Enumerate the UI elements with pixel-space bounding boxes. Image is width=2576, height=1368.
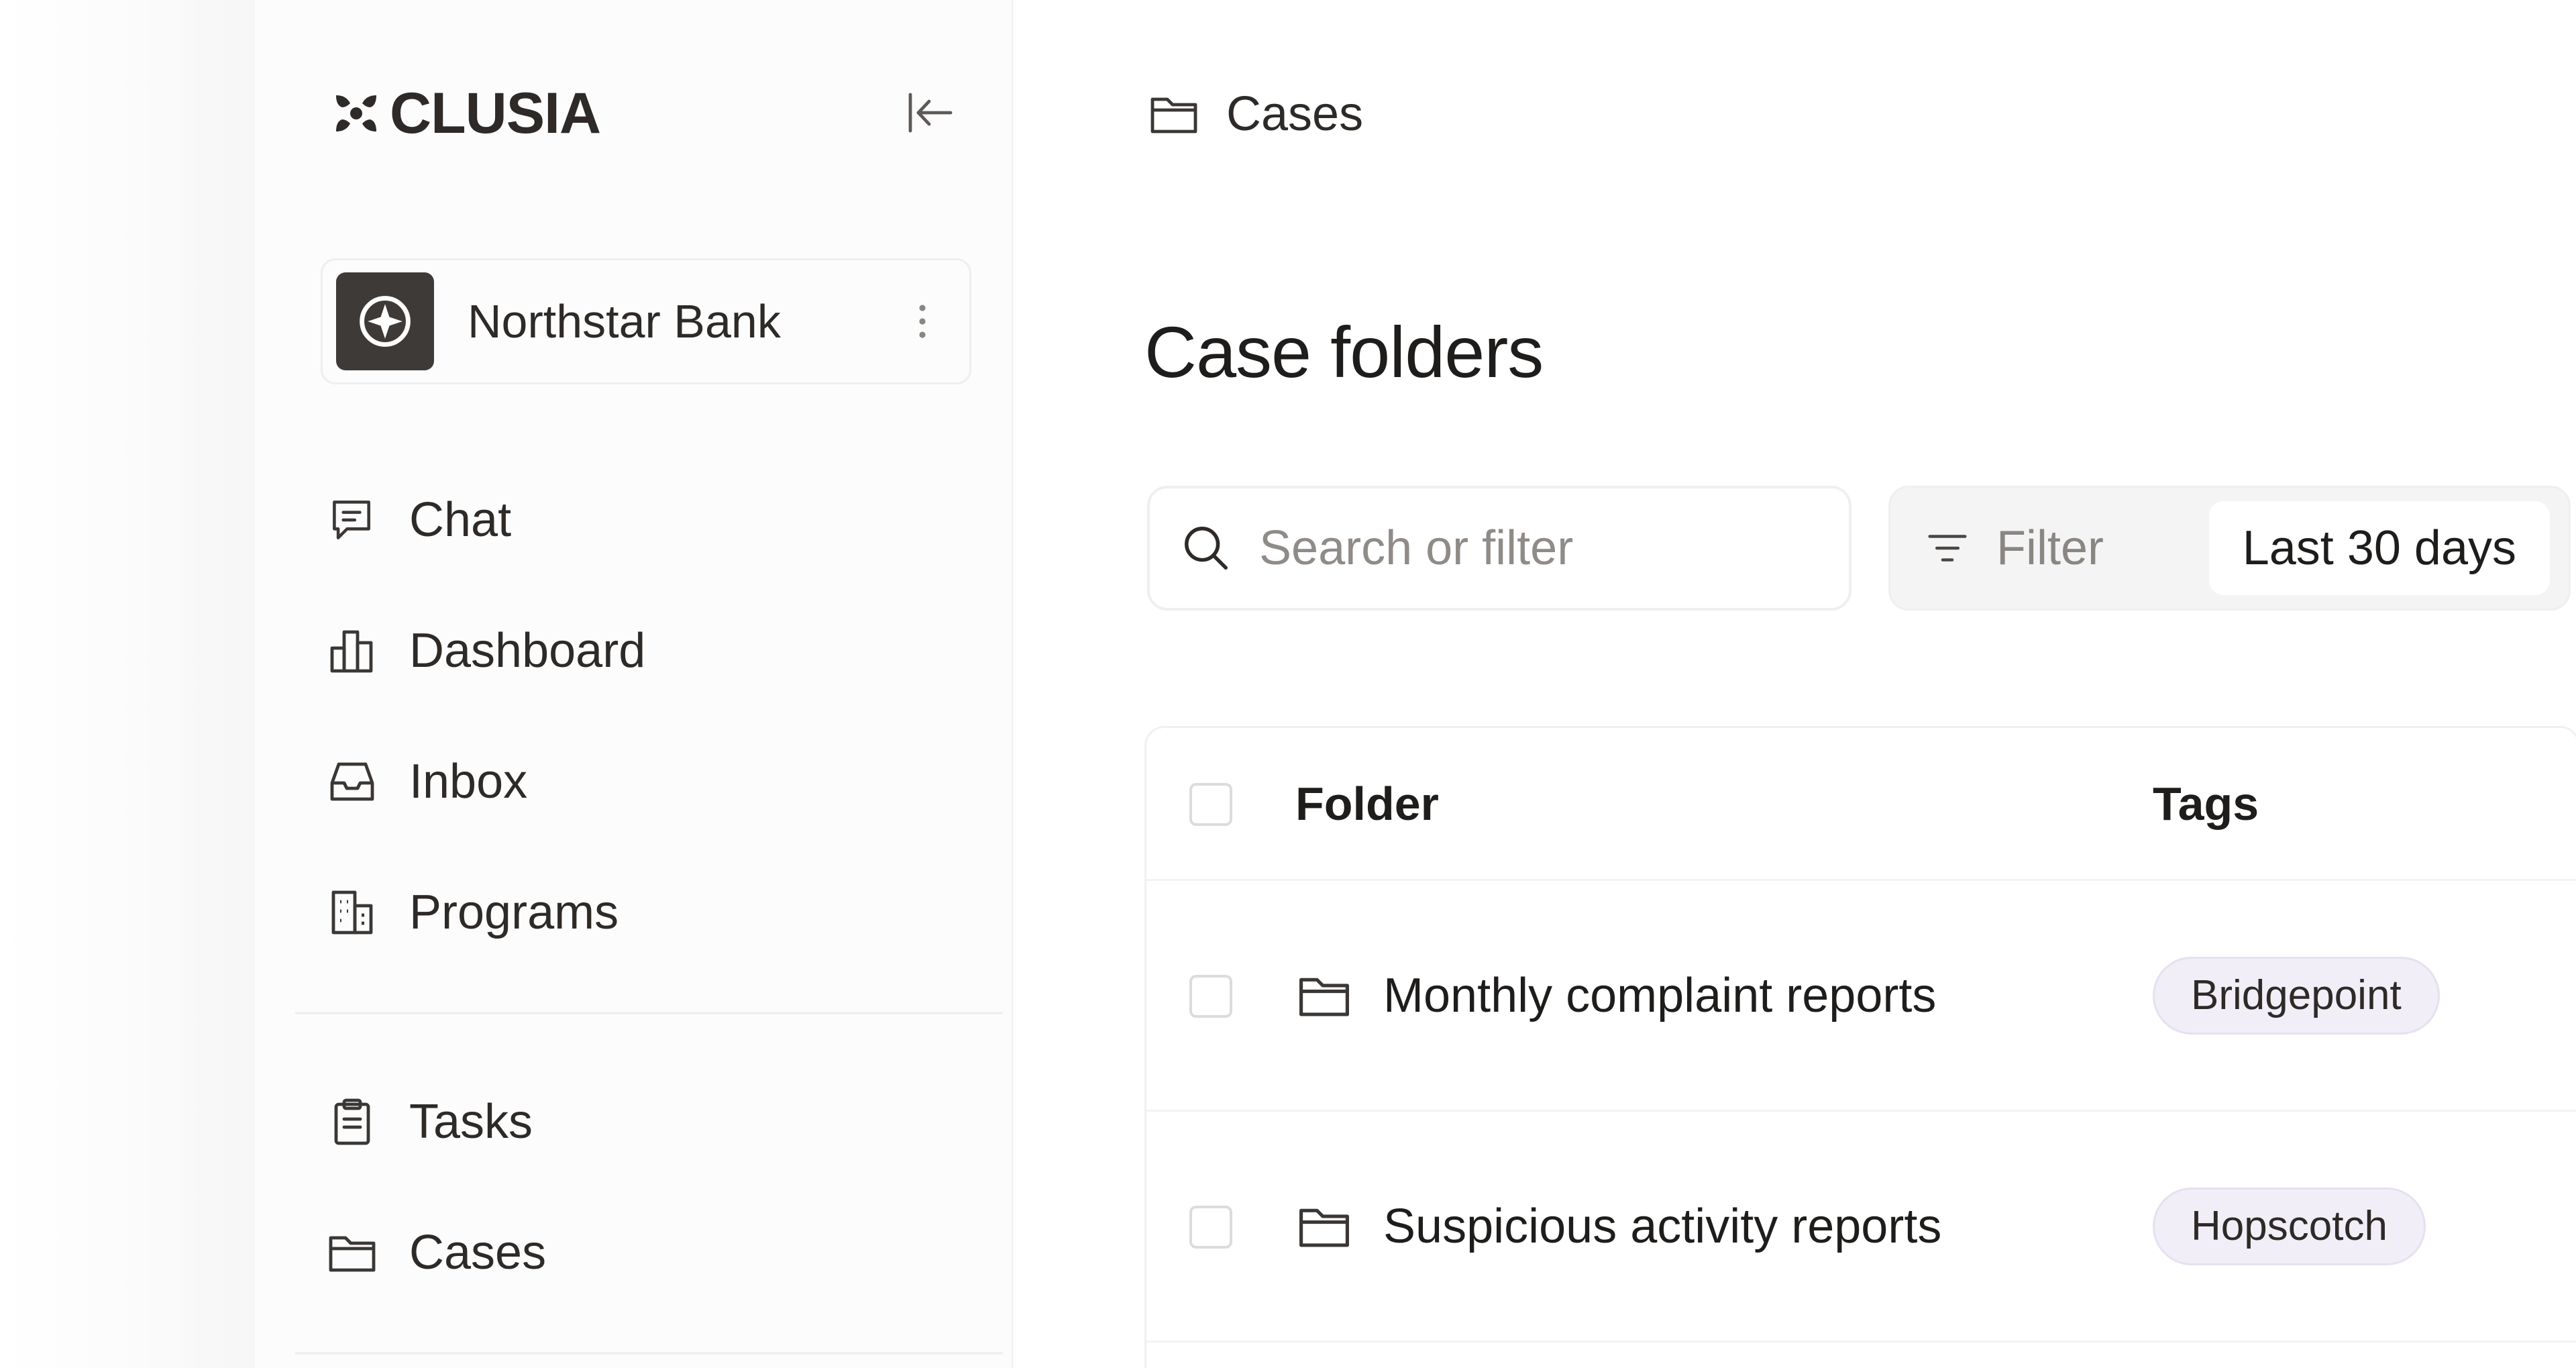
- building-icon: [325, 886, 379, 939]
- brand-mark-icon: [336, 95, 376, 131]
- workspace-logo: [336, 272, 434, 370]
- nav-item-cases[interactable]: Cases: [325, 1212, 929, 1293]
- tag-badge[interactable]: Hopscotch: [2153, 1187, 2426, 1265]
- compass-star-icon: [360, 296, 411, 347]
- app-root: CLUSIA Northstar Bank Chat Dashboard Inb…: [0, 0, 2576, 1368]
- workspace-switcher[interactable]: Northstar Bank: [321, 258, 971, 384]
- case-folders-table: Folder Tags Monthly complaint reports Br…: [1144, 726, 2576, 1368]
- sidebar: CLUSIA Northstar Bank Chat Dashboard Inb…: [255, 0, 1013, 1368]
- date-range-button[interactable]: Last 30 days: [2208, 501, 2550, 595]
- nav-item-chat[interactable]: Chat: [325, 480, 929, 560]
- chat-icon: [325, 493, 379, 547]
- nav-item-inbox[interactable]: Inbox: [325, 741, 929, 822]
- table-row[interactable]: Monthly complaint reports Bridgepoint: [1146, 881, 2576, 1112]
- folder-name: Monthly complaint reports: [1383, 968, 1937, 1022]
- sidebar-divider: [295, 1352, 1003, 1355]
- folder-icon: [325, 1226, 379, 1279]
- nav-item-dashboard[interactable]: Dashboard: [325, 611, 929, 691]
- search-box[interactable]: [1147, 486, 1851, 611]
- row-checkbox[interactable]: [1189, 1206, 1232, 1249]
- page-title: Case folders: [1144, 311, 1544, 392]
- table-header-row: Folder Tags: [1146, 728, 2576, 881]
- nav-label: Dashboard: [409, 624, 646, 678]
- nav-item-tasks[interactable]: Tasks: [325, 1082, 929, 1162]
- filter-icon: [1928, 535, 1967, 562]
- folder-cell[interactable]: Monthly complaint reports: [1295, 881, 1936, 1110]
- collapse-sidebar-button[interactable]: [899, 86, 959, 140]
- brand-name: CLUSIA: [390, 81, 601, 146]
- folder-icon: [1299, 978, 1349, 1016]
- workspace-name: Northstar Bank: [468, 295, 781, 348]
- bar-chart-icon: [325, 624, 379, 678]
- filter-label: Filter: [1996, 521, 2104, 575]
- nav-item-programs[interactable]: Programs: [325, 872, 929, 953]
- brand-logo[interactable]: CLUSIA: [332, 81, 601, 146]
- breadcrumb-label: Cases: [1226, 87, 1364, 141]
- collapse-icon: [908, 93, 953, 133]
- clipboard-icon: [325, 1095, 379, 1149]
- inbox-icon: [325, 755, 379, 808]
- filter-button[interactable]: Filter: [1924, 498, 2104, 598]
- more-vertical-icon: [919, 305, 926, 338]
- tag-badge[interactable]: Bridgepoint: [2153, 956, 2440, 1035]
- search-icon: [1185, 527, 1228, 570]
- nav-label: Tasks: [409, 1095, 533, 1149]
- folder-name: Suspicious activity reports: [1383, 1199, 1942, 1253]
- secondary-nav: Tasks Cases: [325, 1082, 929, 1343]
- folder-icon: [1299, 1208, 1349, 1247]
- nav-label: Inbox: [409, 755, 528, 808]
- filter-group: Filter Last 30 days: [1888, 486, 2571, 611]
- search-input[interactable]: [1258, 520, 1808, 576]
- column-header-tags[interactable]: Tags: [2153, 728, 2259, 879]
- primary-nav: Chat Dashboard Inbox Programs: [325, 480, 929, 1003]
- nav-label: Cases: [409, 1226, 547, 1279]
- folder-cell[interactable]: Suspicious activity reports: [1295, 1112, 1941, 1340]
- breadcrumb[interactable]: Cases: [1147, 84, 1363, 144]
- main-content: Cases Case folders Filter Last 30 days: [1013, 0, 2576, 1368]
- nav-label: Chat: [409, 493, 512, 547]
- workspace-more-button[interactable]: [909, 295, 936, 348]
- table-row[interactable]: Suspicious activity reports Hopscotch: [1146, 1112, 2576, 1343]
- column-header-folder[interactable]: Folder: [1295, 728, 1439, 879]
- nav-label: Programs: [409, 886, 619, 939]
- outer-gutter: [0, 0, 255, 1368]
- folder-icon: [1147, 87, 1201, 141]
- sidebar-divider: [295, 1012, 1003, 1014]
- row-checkbox[interactable]: [1189, 975, 1232, 1018]
- select-all-checkbox[interactable]: [1189, 783, 1232, 826]
